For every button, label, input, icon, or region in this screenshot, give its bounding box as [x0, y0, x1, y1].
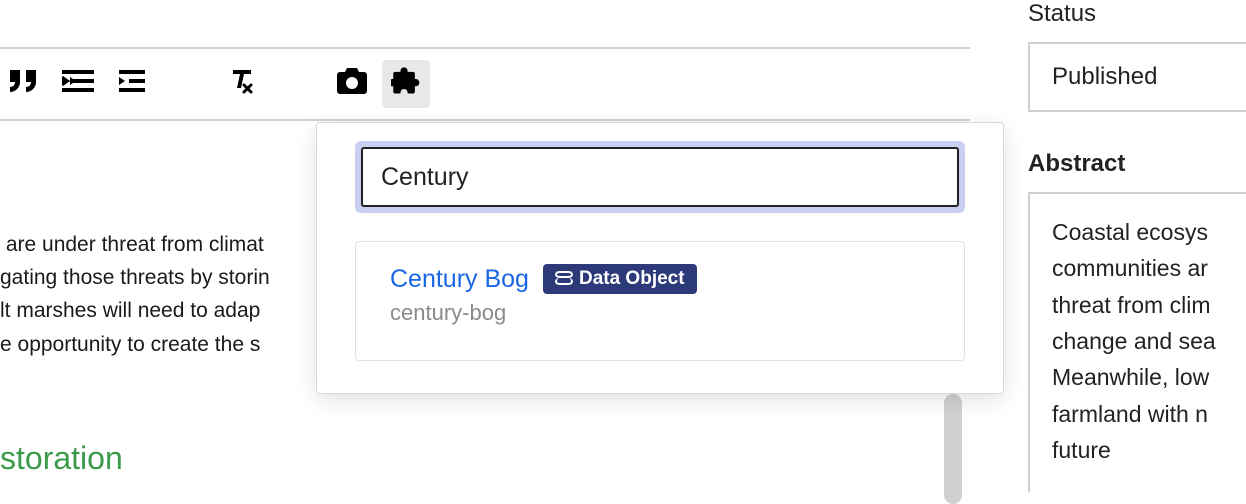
clear-format-button[interactable] — [218, 60, 266, 108]
editor-heading-fragment[interactable]: storation — [0, 440, 123, 477]
badge-label: Data Object — [579, 268, 685, 290]
abstract-label: Abstract — [1028, 150, 1246, 178]
editor-body-fragment[interactable]: are under threat from climat gating thos… — [0, 228, 330, 361]
search-wrap — [355, 141, 965, 213]
outdent-button[interactable] — [54, 60, 102, 108]
result-title: Century Bog — [390, 265, 529, 294]
insert-object-button[interactable] — [382, 60, 430, 108]
indent-button[interactable] — [108, 60, 156, 108]
properties-sidebar: Status Published Abstract Coastal ecosys… — [1028, 0, 1246, 504]
result-type-badge: Data Object — [543, 264, 697, 294]
outdent-icon — [62, 70, 94, 98]
search-result-item[interactable]: Century Bog Data Object century-bog — [355, 241, 965, 361]
puzzle-icon — [391, 66, 421, 102]
abstract-field[interactable]: Coastal ecosys communities ar threat fro… — [1028, 192, 1246, 492]
database-icon — [555, 271, 573, 287]
status-label: Status — [1028, 0, 1246, 28]
object-insert-popup: Century Bog Data Object century-bog — [316, 122, 1004, 394]
camera-icon — [337, 68, 367, 100]
status-field[interactable]: Published — [1028, 42, 1246, 112]
result-slug: century-bog — [390, 300, 930, 326]
clear-format-icon — [229, 68, 255, 100]
editor-toolbar — [0, 49, 970, 121]
quote-icon — [10, 70, 38, 98]
scrollbar-thumb[interactable] — [944, 394, 962, 504]
quote-button[interactable] — [0, 60, 48, 108]
image-button[interactable] — [328, 60, 376, 108]
indent-icon — [119, 70, 145, 98]
object-search-input[interactable] — [361, 147, 959, 207]
